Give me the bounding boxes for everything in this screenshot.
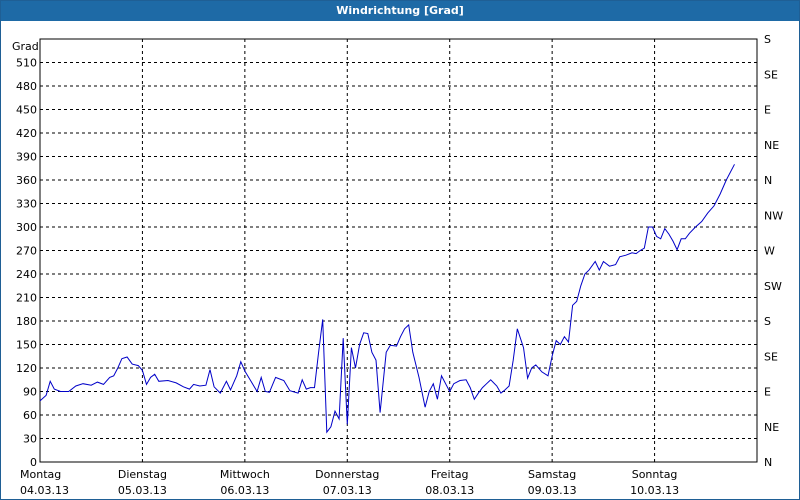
x-day-label: Montag xyxy=(20,468,61,481)
y-tick-label: 150 xyxy=(16,339,37,352)
right-axis: N NE E SE S SW W NW N NE E SE S xyxy=(764,33,783,469)
y-tick-label: 300 xyxy=(16,221,37,234)
y-tick-label: 420 xyxy=(16,127,37,140)
x-date-label: 07.03.13 xyxy=(323,484,372,497)
compass-tick-label: SE xyxy=(764,68,778,81)
y-tick-label: 450 xyxy=(16,104,37,117)
compass-tick-label: SE xyxy=(764,350,778,363)
compass-tick-label: N xyxy=(764,456,772,469)
x-day-label: Samstag xyxy=(528,468,576,481)
y-tick-label: 390 xyxy=(16,151,37,164)
left-axis: 0306090120150180210240270300330360390420… xyxy=(16,57,37,470)
y-tick-label: 60 xyxy=(23,409,37,422)
compass-tick-label: NE xyxy=(764,421,779,434)
compass-tick-label: E xyxy=(764,104,771,117)
plot-area xyxy=(39,38,758,463)
y-tick-label: 270 xyxy=(16,245,37,258)
y-tick-label: 240 xyxy=(16,268,37,281)
x-date-label: 09.03.13 xyxy=(528,484,577,497)
compass-tick-label: S xyxy=(764,315,771,328)
y-tick-label: 210 xyxy=(16,292,37,305)
series-layer xyxy=(39,164,735,434)
y-axis-label: Grad xyxy=(12,40,39,53)
x-day-label: Donnerstag xyxy=(315,468,379,481)
compass-tick-label: E xyxy=(764,386,771,399)
y-tick-label: 90 xyxy=(23,386,37,399)
x-date-label: 04.03.13 xyxy=(20,484,69,497)
y-tick-label: 30 xyxy=(23,433,37,446)
x-date-label: 08.03.13 xyxy=(425,484,474,497)
y-tick-label: 120 xyxy=(16,362,37,375)
compass-tick-label: NW xyxy=(764,209,783,222)
compass-tick-label: SW xyxy=(764,280,782,293)
x-day-label: Sonntag xyxy=(632,468,678,481)
compass-tick-label: NE xyxy=(764,139,779,152)
compass-tick-label: N xyxy=(764,174,772,187)
x-day-label: Dienstag xyxy=(118,468,167,481)
x-day-label: Freitag xyxy=(431,468,469,481)
y-tick-label: 330 xyxy=(16,198,37,211)
x-date-label: 05.03.13 xyxy=(118,484,167,497)
compass-tick-label: S xyxy=(764,33,771,46)
wind-direction-chart: 0306090120150180210240270300330360390420… xyxy=(12,33,783,497)
x-date-label: 06.03.13 xyxy=(220,484,269,497)
x-axis: Montag 04.03.13 Dienstag 05.03.13 Mittwoch 06… xyxy=(20,468,679,497)
y-tick-label: 480 xyxy=(16,80,37,93)
y-tick-label: 180 xyxy=(16,315,37,328)
y-tick-label: 360 xyxy=(16,174,37,187)
y-tick-label: 510 xyxy=(16,57,37,70)
series-line xyxy=(39,164,735,434)
compass-tick-label: W xyxy=(764,245,775,258)
grid xyxy=(40,39,757,462)
x-day-label: Mittwoch xyxy=(220,468,270,481)
x-date-label: 10.03.13 xyxy=(630,484,679,497)
